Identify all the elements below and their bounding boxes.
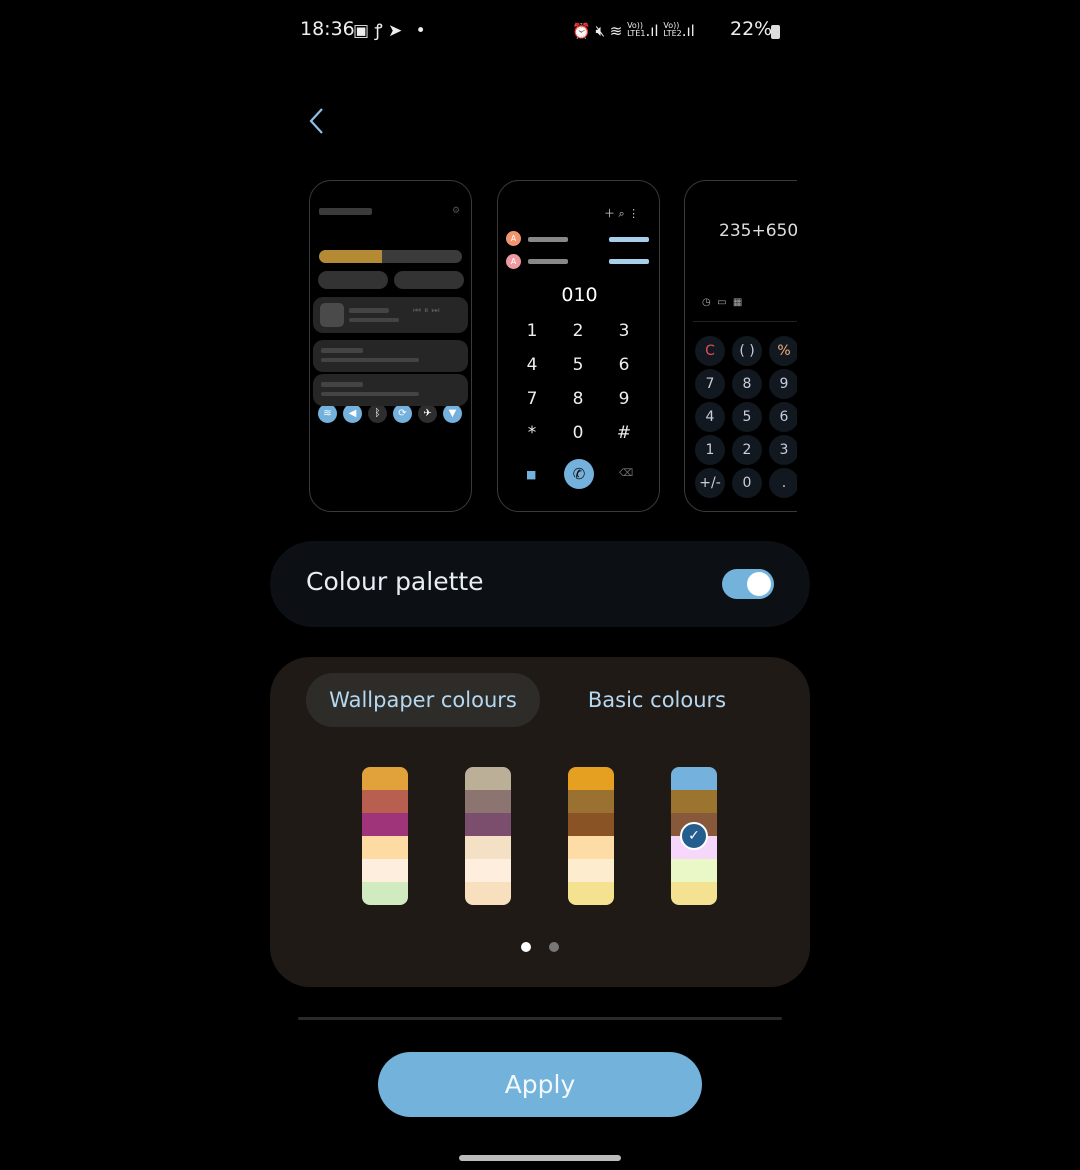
dialer-key: 9: [618, 389, 630, 409]
preview-dialer[interactable]: ＋ ⌕ ⋮ A A 010 1 2 3 4 5 6 7 8 9 * 0 # ■ ✆ ⌫: [497, 180, 660, 512]
dialer-key: 5: [572, 355, 584, 375]
calc-key: +/-: [695, 468, 725, 498]
rotate-icon: ⟳: [393, 404, 412, 423]
signal-icon: .ıl: [645, 22, 659, 40]
preview-calculator[interactable]: 235+650+3 1 ◷ ▭ ▦ C( )%789456123+/-0.: [684, 180, 797, 512]
calc-key: 8: [732, 369, 762, 399]
dialer-key: 8: [572, 389, 584, 409]
contact-avatar: A: [506, 254, 521, 269]
dialer-key: 6: [618, 355, 630, 375]
video-call-icon: ■: [526, 468, 537, 481]
tab-basic-colours[interactable]: Basic colours: [560, 673, 754, 727]
calc-key: 7: [695, 369, 725, 399]
battery-percent: 22%: [730, 18, 773, 40]
back-button[interactable]: [305, 106, 329, 136]
flashlight-icon: ▼: [443, 404, 462, 423]
wifi-icon: ≋: [609, 22, 623, 40]
divider: [298, 1017, 782, 1020]
home-indicator[interactable]: [459, 1155, 621, 1161]
dialer-key: *: [527, 423, 537, 443]
calc-tool-icons: ◷ ▭ ▦: [702, 297, 743, 308]
dialer-key: #: [616, 423, 632, 443]
volte-lte2-icon: Vo)) LTE2: [663, 21, 682, 38]
alarm-icon: ⏰: [572, 22, 591, 40]
calc-key: 6: [769, 402, 797, 432]
colour-palette-toggle[interactable]: [722, 569, 774, 599]
palette-option[interactable]: [465, 767, 511, 905]
calc-key: C: [695, 336, 725, 366]
contact-avatar: A: [506, 231, 521, 246]
calc-key: 5: [732, 402, 762, 432]
palette-option[interactable]: [362, 767, 408, 905]
page-dot[interactable]: [549, 942, 559, 952]
sound-icon: ◀: [343, 404, 362, 423]
dialer-key: 4: [526, 355, 538, 375]
calc-key: 2: [732, 435, 762, 465]
telegram-icon: ➤: [387, 21, 403, 41]
signal-icon: .ıl: [681, 22, 695, 40]
volte-lte1-icon: Vo)) LTE1: [627, 21, 646, 38]
dialed-number: 010: [561, 284, 598, 306]
back-icon: [309, 108, 323, 134]
dot-icon: •: [415, 21, 426, 41]
palette-option[interactable]: [568, 767, 614, 905]
bluetooth-icon: ᛒ: [368, 404, 387, 423]
media-card: ⏮ ⏸ ⏭: [313, 297, 468, 333]
backspace-icon: ⌫: [619, 468, 634, 479]
dialer-key: 7: [526, 389, 538, 409]
notification-icons: ▣ ꝭ ➤ •: [353, 18, 426, 41]
colour-palette-row[interactable]: Colour palette: [270, 541, 810, 627]
calc-key: 3: [769, 435, 797, 465]
system-icons: ⏰ 🔇︎ ≋ Vo)) LTE1.ıl Vo)) LTE2.ıl: [572, 21, 695, 41]
battery-icon: [771, 25, 780, 39]
page-dot-active: [521, 942, 531, 952]
calc-key: ( ): [732, 336, 762, 366]
call-icon: ✆: [564, 459, 594, 489]
gallery-icon: ▣: [353, 21, 370, 41]
calc-key: 0: [732, 468, 762, 498]
link-icon: ꝭ: [374, 21, 383, 41]
brightness-slider: [319, 250, 462, 263]
tab-wallpaper-colours[interactable]: Wallpaper colours: [306, 673, 540, 727]
mute-icon: 🔇︎: [595, 22, 605, 40]
calc-expression: 235+650+3: [719, 221, 797, 241]
dialer-toolbar-icons: ＋ ⌕ ⋮: [604, 207, 640, 220]
colour-palette-label: Colour palette: [306, 567, 484, 596]
dialer-key: 1: [526, 321, 538, 341]
calc-key: 9: [769, 369, 797, 399]
calc-key: .: [769, 468, 797, 498]
status-time: 18:36: [300, 18, 355, 40]
dialer-key: 0: [572, 423, 584, 443]
wifi-icon: ≋: [318, 404, 337, 423]
check-icon: ✓: [680, 822, 708, 850]
calc-key: %: [769, 336, 797, 366]
airplane-icon: ✈: [418, 404, 437, 423]
calc-key: 4: [695, 402, 725, 432]
dialer-key: 3: [618, 321, 630, 341]
preview-quick-panel[interactable]: ⚙ ≋ ◀ ᛒ ⟳ ✈ ▼ ⏮ ⏸ ⏭: [309, 180, 472, 512]
dialer-key: 2: [572, 321, 584, 341]
calc-key: 1: [695, 435, 725, 465]
settings-icon: ⚙: [452, 206, 461, 216]
apply-button[interactable]: Apply: [378, 1052, 702, 1117]
